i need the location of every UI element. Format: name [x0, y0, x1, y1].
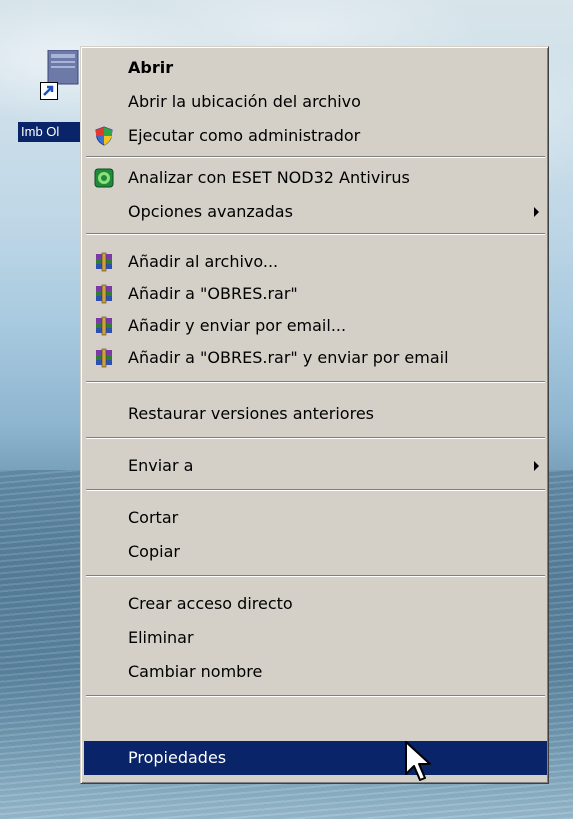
menu-separator — [86, 695, 545, 697]
submenu-arrow-icon — [534, 207, 539, 217]
context-menu: Abrir Abrir la ubicación del archivo Eje… — [80, 46, 549, 784]
menu-item-label: Eliminar — [128, 628, 194, 647]
menu-item-label: Enviar a — [128, 456, 194, 475]
menu-item-label: Añadir a "OBRES.rar" — [128, 284, 298, 303]
menu-item-anadir-obres-rar[interactable]: Añadir a "OBRES.rar" — [84, 277, 547, 311]
menu-item-label: Abrir la ubicación del archivo — [128, 92, 361, 111]
menu-item-label: Añadir a "OBRES.rar" y enviar por email — [128, 348, 449, 367]
menu-item-abrir-ubicacion[interactable]: Abrir la ubicación del archivo — [84, 85, 547, 119]
winrar-icon — [96, 316, 112, 336]
menu-item-anadir-obres-enviar-email[interactable]: Añadir a "OBRES.rar" y enviar por email — [84, 341, 547, 375]
menu-item-eliminar[interactable]: Eliminar — [84, 621, 547, 655]
menu-item-label: Cortar — [128, 508, 179, 527]
menu-item-label: Restaurar versiones anteriores — [128, 404, 374, 423]
menu-item-anadir-enviar-email[interactable]: Añadir y enviar por email... — [84, 309, 547, 343]
uac-shield-icon — [95, 126, 113, 146]
menu-item-label: Crear acceso directo — [128, 594, 293, 613]
menu-item-cambiar-nombre[interactable]: Cambiar nombre — [84, 655, 547, 689]
menu-item-cortar[interactable]: Cortar — [84, 501, 547, 535]
menu-item-anadir-archivo[interactable]: Añadir al archivo... — [84, 245, 547, 279]
menu-separator — [86, 575, 545, 577]
menu-separator — [86, 489, 545, 491]
menu-item-label: Analizar con ESET NOD32 Antivirus — [128, 168, 410, 187]
menu-item-eset-scan[interactable]: Analizar con ESET NOD32 Antivirus — [84, 161, 547, 195]
menu-item-crear-acceso-directo[interactable]: Crear acceso directo — [84, 587, 547, 621]
menu-item-label: Añadir y enviar por email... — [128, 316, 347, 335]
menu-separator — [86, 156, 545, 158]
winrar-icon — [96, 284, 112, 304]
menu-item-copiar[interactable]: Copiar — [84, 535, 547, 569]
submenu-arrow-icon — [534, 461, 539, 471]
menu-item-label: Abrir — [128, 58, 174, 77]
menu-item-label: Cambiar nombre — [128, 662, 263, 681]
shortcut-label: Imb Ol — [18, 122, 84, 142]
shortcut-arrow-icon — [40, 82, 58, 100]
menu-item-label: Propiedades — [128, 748, 227, 767]
menu-item-abrir[interactable]: Abrir — [84, 51, 547, 85]
menu-separator — [86, 381, 545, 383]
desktop-shortcut[interactable]: Imb Ol — [18, 48, 88, 148]
menu-item-opciones-avanzadas[interactable]: Opciones avanzadas — [84, 195, 547, 229]
menu-item-restaurar-versiones[interactable]: Restaurar versiones anteriores — [84, 397, 547, 431]
menu-separator — [86, 233, 545, 235]
menu-item-label: Ejecutar como administrador — [128, 126, 361, 145]
menu-item-label: Copiar — [128, 542, 180, 561]
menu-item-label: Opciones avanzadas — [128, 202, 293, 221]
menu-item-ejecutar-admin[interactable]: Ejecutar como administrador — [84, 119, 547, 153]
menu-separator — [86, 437, 545, 439]
winrar-icon — [96, 252, 112, 272]
eset-icon — [94, 168, 114, 188]
menu-item-propiedades[interactable]: Propiedades — [84, 741, 547, 775]
menu-item-label: Añadir al archivo... — [128, 252, 279, 271]
winrar-icon — [96, 348, 112, 368]
mouse-cursor-icon — [405, 741, 431, 781]
menu-item-enviar-a[interactable]: Enviar a — [84, 449, 547, 483]
